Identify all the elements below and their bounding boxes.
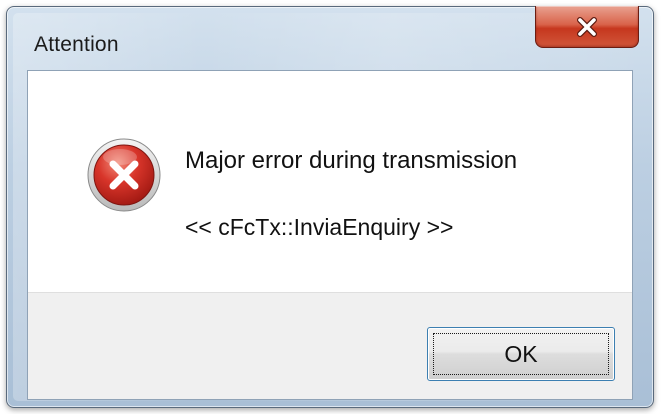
error-icon <box>87 138 161 212</box>
dialog-body: Major error during transmission << cFcTx… <box>27 70 633 400</box>
ok-button-label: OK <box>504 340 538 367</box>
window-title: Attention <box>34 33 119 56</box>
close-button[interactable] <box>535 6 639 48</box>
dialog-window: Attention Major error during transmissio… <box>6 6 654 408</box>
title-bar[interactable]: Attention <box>7 6 653 69</box>
message-area: Major error during transmission << cFcTx… <box>28 71 632 293</box>
close-x-icon <box>577 16 597 37</box>
ok-button[interactable]: OK <box>427 327 615 381</box>
error-message: Major error during transmission <box>185 147 518 174</box>
button-bar: OK <box>28 292 632 399</box>
error-detail: << cFcTx::InviaEnquiry >> <box>185 214 454 240</box>
